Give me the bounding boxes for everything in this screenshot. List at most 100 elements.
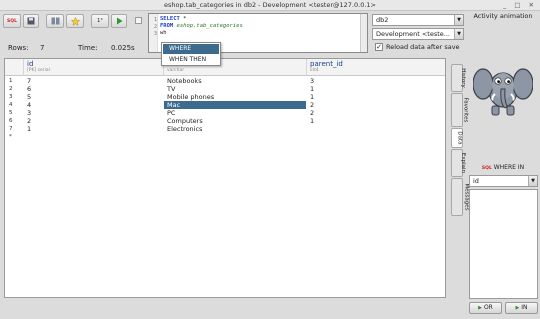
autocomplete-item-when-then[interactable]: WHEN THEN [163, 55, 219, 65]
cell-parent-id[interactable]: 2 [307, 101, 445, 109]
code-line-3: wh [160, 30, 167, 36]
line-number: 2 [153, 24, 157, 30]
column-header-id[interactable]: id [PK] serial [24, 59, 164, 76]
play-icon: ▶ [515, 305, 520, 311]
code-line-2: FROM eshop.tab_categories [160, 23, 243, 29]
cell-parent-id[interactable]: 2 [307, 109, 445, 117]
row-number: 7 [9, 126, 13, 132]
tab-messages[interactable]: Messages [451, 178, 469, 216]
cell-id[interactable]: 2 [24, 117, 163, 125]
tab-data[interactable]: Data [451, 128, 463, 148]
sql-icon: SQL [7, 19, 17, 24]
table-row[interactable]: 2 6 TV 1 [5, 85, 445, 93]
query-history-button[interactable]: 1° [91, 14, 109, 28]
cell-id[interactable]: 3 [24, 109, 163, 117]
table-row[interactable]: 7 1 Electronics [5, 125, 445, 133]
line-number: 1 [153, 17, 157, 23]
right-panel: Activity animation SQL WHERE IN id ▼ ▶ O… [466, 0, 540, 319]
database-select[interactable]: db2 ▼ [372, 14, 464, 26]
tab-history[interactable]: History [451, 64, 466, 92]
cell-parent-id[interactable]: 1 [307, 85, 445, 93]
line-gutter: 1 2 3 [149, 14, 158, 52]
cell-name[interactable]: Electronics [164, 125, 306, 133]
row-number: 4 [9, 102, 13, 108]
in-button[interactable]: ▶ IN [505, 302, 538, 314]
time-value: 0.025s [111, 44, 135, 52]
autocomplete-popup[interactable]: WHERE WHEN THEN [161, 42, 221, 66]
chevron-down-icon: ▼ [454, 15, 463, 25]
where-in-label: WHERE IN [493, 164, 525, 171]
line-number: 3 [153, 31, 157, 37]
row-number-header [5, 59, 24, 76]
cell-name[interactable]: PC [164, 109, 306, 117]
row-number: 3 [9, 94, 13, 100]
row-number: 5 [9, 110, 13, 116]
floppy-icon [27, 17, 35, 25]
title-bar: eshop.tab_categories in db2 - Developmen… [0, 0, 540, 11]
cell-id[interactable]: 7 [24, 77, 163, 85]
autocomplete-item-where[interactable]: WHERE [163, 44, 219, 54]
editor-scrollbar[interactable] [360, 14, 367, 52]
tab-label: History [459, 68, 466, 88]
cell-name[interactable]: Computers [164, 117, 306, 125]
column-header-parent-id[interactable]: parent_id int4 [307, 59, 445, 76]
window-title: eshop.tab_categories in db2 - Developmen… [164, 1, 376, 9]
cell-id[interactable]: 6 [24, 85, 163, 93]
table-row[interactable]: 6 2 Computers 1 [5, 117, 445, 125]
favorite-button[interactable] [66, 14, 84, 28]
sql-button[interactable]: SQL [3, 14, 21, 28]
animation-title: Activity animation [473, 12, 533, 20]
table-row[interactable]: 1 7 Notebooks 3 [5, 77, 445, 85]
sql-icon: SQL [481, 166, 492, 171]
cell-id[interactable]: 5 [24, 93, 163, 101]
rows-value: 7 [40, 44, 45, 52]
chevron-down-icon: ▼ [528, 176, 537, 186]
where-in-values-list[interactable] [469, 189, 538, 299]
results-grid[interactable]: id [PK] serial name varchar parent_id in… [4, 58, 446, 298]
column-name: parent_id [310, 60, 343, 68]
or-button[interactable]: ▶ OR [469, 302, 502, 314]
column-type: int4 [310, 68, 319, 73]
play-icon [116, 17, 122, 25]
cell-parent-id[interactable]: 1 [307, 93, 445, 101]
cell-name[interactable]: Notebooks [164, 77, 306, 85]
sql-keyword: FROM [160, 23, 174, 29]
cell-id[interactable]: 4 [24, 101, 163, 109]
where-in-title: SQL WHERE IN [466, 164, 540, 171]
reload-label: Reload data after save [386, 43, 460, 51]
save-button[interactable] [23, 14, 39, 28]
where-column-select[interactable]: id ▼ [469, 175, 538, 187]
run-button[interactable] [111, 14, 127, 28]
table-row[interactable]: 3 5 Mobile phones 1 [5, 93, 445, 101]
sql-text: * [179, 16, 187, 22]
database-value: db2 [376, 16, 389, 24]
row-number: 6 [9, 118, 13, 124]
grid-header: id [PK] serial name varchar parent_id in… [5, 59, 445, 76]
sql-keyword: SELECT [160, 16, 180, 22]
auto-commit-checkbox[interactable] [135, 17, 142, 24]
layout-button[interactable] [46, 14, 64, 28]
row-number: 1 [9, 78, 13, 84]
star-icon [70, 16, 80, 26]
cell-parent-id[interactable] [307, 125, 445, 133]
cell-parent-id[interactable]: 3 [307, 77, 445, 85]
table-row[interactable]: 5 3 PC 2 [5, 109, 445, 117]
table-row[interactable]: 4 4 Mac 2 [5, 101, 445, 109]
reload-checkbox[interactable]: ✓ [375, 43, 383, 51]
query-number-icon: 1° [97, 18, 103, 24]
time-label: Time: [78, 44, 98, 52]
new-row[interactable]: * [5, 133, 445, 141]
connection-select[interactable]: Development <teste... ▼ [372, 28, 464, 40]
tab-favorites[interactable]: Favorites [451, 93, 468, 127]
cell-name[interactable]: Mobile phones [164, 93, 306, 101]
sql-table-name: eshop.tab_categories [173, 23, 243, 29]
where-column-value: id [473, 177, 479, 185]
cell-name[interactable]: TV [164, 85, 306, 93]
cell-parent-id[interactable]: 1 [307, 117, 445, 125]
row-number: 2 [9, 86, 13, 92]
cell-id[interactable]: 1 [24, 125, 163, 133]
tab-explain[interactable]: Explain [451, 149, 466, 177]
play-icon: ▶ [478, 305, 483, 311]
cell-name-selected[interactable]: Mac [164, 101, 306, 109]
tab-label: Data [456, 131, 463, 145]
